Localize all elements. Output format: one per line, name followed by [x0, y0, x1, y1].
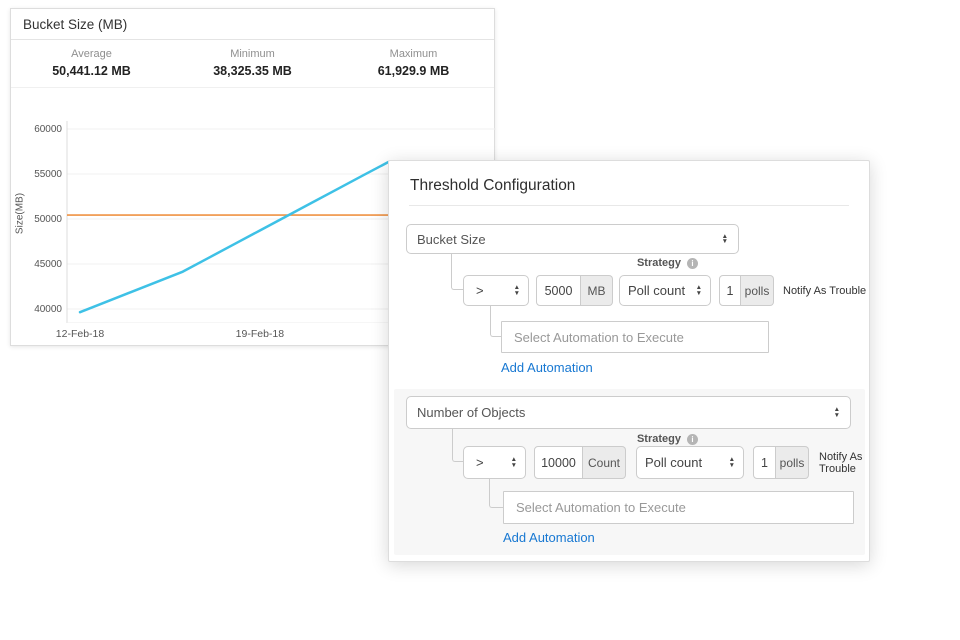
strategy-label-row: Strategy i	[406, 256, 698, 270]
x-tick-label: 12-Feb-18	[40, 328, 120, 340]
select-spinner-icon: ▲▼	[722, 234, 728, 245]
stat-maximum: Maximum 61,929.9 MB	[333, 48, 494, 78]
y-tick-label: 60000	[11, 124, 62, 135]
metric-select-bucket-size[interactable]: Bucket Size ▲▼	[406, 224, 739, 254]
threshold-value-input[interactable]	[534, 446, 583, 479]
stat-label: Minimum	[172, 48, 333, 60]
operator-select[interactable]: > ▲▼	[463, 275, 529, 306]
condition-row: > ▲▼ Count Poll count ▲▼ polls Notify As…	[389, 446, 869, 479]
chart-title: Bucket Size (MB)	[11, 9, 494, 40]
poll-count-group: polls	[719, 275, 774, 306]
polls-addon: polls	[741, 275, 774, 306]
tree-connector	[489, 479, 503, 508]
operator-select[interactable]: > ▲▼	[463, 446, 526, 479]
metric-select-value: Number of Objects	[417, 405, 525, 420]
condition-row: > ▲▼ MB Poll count ▲▼ polls Notify As Tr…	[389, 275, 869, 306]
poll-count-input[interactable]	[719, 275, 741, 306]
add-automation-link[interactable]: Add Automation	[501, 360, 593, 375]
metric-select-number-of-objects[interactable]: Number of Objects ▲▼	[406, 396, 851, 429]
unit-addon: Count	[583, 446, 626, 479]
select-automation-field[interactable]: Select Automation to Execute	[503, 491, 854, 524]
strategy-select[interactable]: Poll count ▲▼	[619, 275, 711, 306]
stat-value: 38,325.35 MB	[172, 64, 333, 78]
threshold-configuration-panel: Threshold Configuration Bucket Size ▲▼ S…	[388, 160, 870, 562]
y-tick-label: 45000	[11, 259, 62, 270]
tree-connector	[490, 306, 501, 337]
strategy-label-row: Strategy i	[406, 432, 698, 446]
threshold-value-group: Count	[534, 446, 626, 479]
x-tick-label: 19-Feb-18	[220, 328, 300, 340]
stat-average: Average 50,441.12 MB	[11, 48, 172, 78]
divider	[409, 205, 849, 206]
strategy-label: Strategy	[637, 433, 681, 445]
operator-value: >	[476, 455, 484, 470]
y-tick-label: 55000	[11, 169, 62, 180]
automation-placeholder: Select Automation to Execute	[516, 500, 686, 515]
select-spinner-icon: ▲▼	[834, 407, 840, 418]
y-tick-label: 50000	[11, 214, 62, 225]
operator-value: >	[476, 283, 484, 298]
polls-addon: polls	[776, 446, 809, 479]
poll-count-group: polls	[753, 446, 809, 479]
info-icon[interactable]: i	[687, 434, 698, 445]
metric-select-value: Bucket Size	[417, 232, 486, 247]
chart-stats-row: Average 50,441.12 MB Minimum 38,325.35 M…	[11, 40, 494, 88]
notify-as-trouble-label: Notify As Trouble	[783, 275, 866, 306]
strategy-value: Poll count	[628, 283, 685, 298]
select-automation-field[interactable]: Select Automation to Execute	[501, 321, 769, 353]
stat-label: Maximum	[333, 48, 494, 60]
automation-placeholder: Select Automation to Execute	[514, 330, 684, 345]
stat-value: 61,929.9 MB	[333, 64, 494, 78]
select-spinner-icon: ▲▼	[729, 457, 735, 468]
threshold-value-group: MB	[536, 275, 613, 306]
notify-as-trouble-label: Notify As Trouble	[819, 446, 869, 479]
unit-addon: MB	[581, 275, 613, 306]
y-tick-label: 40000	[11, 304, 62, 315]
info-icon[interactable]: i	[687, 258, 698, 269]
stat-label: Average	[11, 48, 172, 60]
screen: Bucket Size (MB) Average 50,441.12 MB Mi…	[0, 0, 960, 640]
strategy-label: Strategy	[637, 257, 681, 269]
select-spinner-icon: ▲▼	[511, 457, 517, 468]
panel-title: Threshold Configuration	[410, 177, 575, 195]
stat-minimum: Minimum 38,325.35 MB	[172, 48, 333, 78]
stat-value: 50,441.12 MB	[11, 64, 172, 78]
threshold-value-input[interactable]	[536, 275, 581, 306]
add-automation-link[interactable]: Add Automation	[503, 530, 595, 545]
select-spinner-icon: ▲▼	[696, 285, 702, 296]
strategy-value: Poll count	[645, 455, 702, 470]
strategy-select[interactable]: Poll count ▲▼	[636, 446, 744, 479]
select-spinner-icon: ▲▼	[514, 285, 520, 296]
poll-count-input[interactable]	[753, 446, 776, 479]
